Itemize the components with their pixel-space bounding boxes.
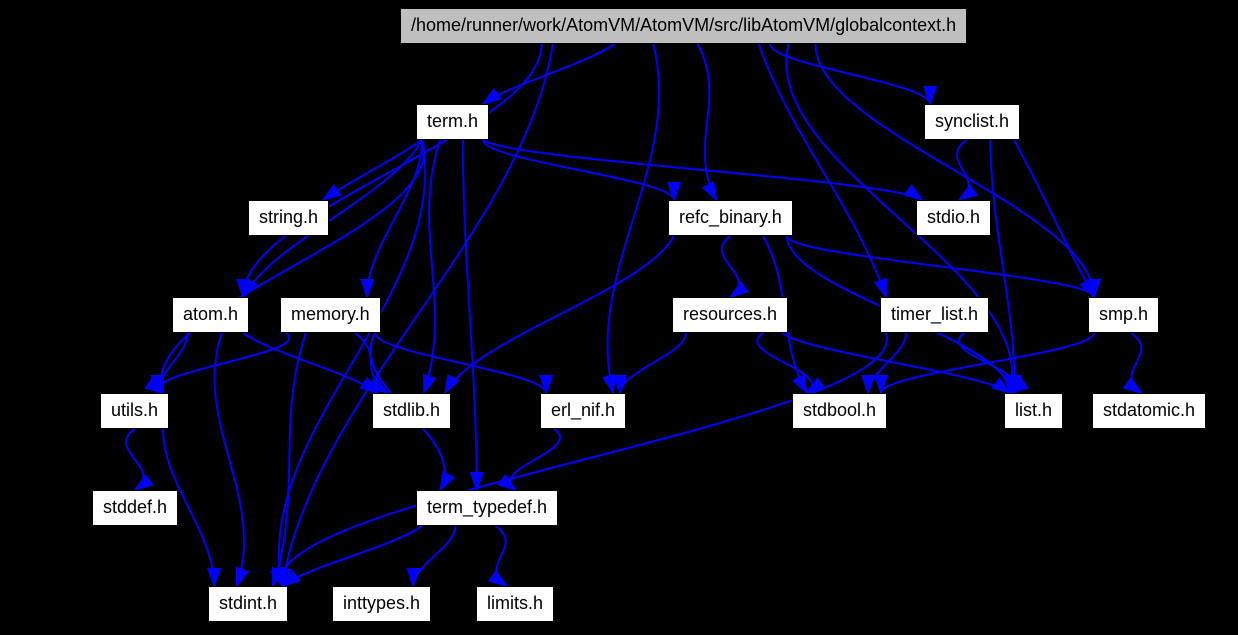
label: string.h — [259, 207, 318, 227]
edge-atom-to-stdlib — [243, 333, 378, 393]
edge-atom-to-stdint — [215, 333, 244, 586]
label: erl_nif.h — [551, 400, 615, 420]
label: term.h — [427, 111, 478, 131]
node-memory-h[interactable]: memory.h — [280, 297, 381, 333]
label: timer_list.h — [891, 304, 978, 324]
label: stdbool.h — [803, 400, 876, 420]
label: resources.h — [683, 304, 777, 324]
label: term_typedef.h — [427, 497, 547, 517]
edge-term-to-utils — [161, 140, 424, 393]
edge-root-to-timer_list — [759, 44, 886, 297]
edge-root-to-atom — [243, 44, 542, 297]
edge-term_typedef-to-limits — [495, 526, 506, 586]
node-term-typedef-h[interactable]: term_typedef.h — [416, 490, 558, 526]
node-list-h[interactable]: list.h — [1004, 393, 1063, 429]
node-utils-h[interactable]: utils.h — [100, 393, 169, 429]
node-limits-h[interactable]: limits.h — [476, 586, 554, 622]
label: stdint.h — [219, 593, 277, 613]
node-stdlib-h[interactable]: stdlib.h — [372, 393, 451, 429]
label: limits.h — [487, 593, 543, 613]
edge-synclist-to-list — [990, 140, 1015, 393]
label: inttypes.h — [343, 593, 420, 613]
node-string-h[interactable]: string.h — [248, 200, 329, 236]
edge-root-to-smp — [816, 44, 1095, 297]
label: list.h — [1015, 400, 1052, 420]
node-refc-binary-h[interactable]: refc_binary.h — [668, 200, 793, 236]
edge-term_typedef-to-stdint — [282, 526, 422, 586]
edge-synclist-to-stdio — [957, 140, 969, 200]
edge-term-to-memory — [367, 140, 422, 297]
node-smp-h[interactable]: smp.h — [1088, 297, 1159, 333]
edge-root-to-term — [483, 44, 614, 104]
label: stdio.h — [927, 207, 980, 227]
edge-term_typedef-to-inttypes — [413, 526, 455, 586]
node-resources-h[interactable]: resources.h — [672, 297, 788, 333]
label: /home/runner/work/AtomVM/AtomVM/src/libA… — [411, 15, 956, 35]
node-atom-h[interactable]: atom.h — [172, 297, 249, 333]
node-stdio-h[interactable]: stdio.h — [916, 200, 991, 236]
edge-memory-to-utils — [160, 333, 290, 393]
edge-root-to-erl_nif — [607, 44, 659, 393]
label: synclist.h — [935, 111, 1009, 131]
node-synclist-h[interactable]: synclist.h — [924, 104, 1020, 140]
edge-utils-to-stddef — [126, 429, 143, 490]
label: refc_binary.h — [679, 207, 782, 227]
label: memory.h — [291, 304, 370, 324]
node-timer-list-h[interactable]: timer_list.h — [880, 297, 989, 333]
edge-memory-to-erl_nif — [375, 333, 546, 393]
node-stdint-h[interactable]: stdint.h — [208, 586, 288, 622]
label: stddef.h — [103, 497, 167, 517]
node-stdbool-h[interactable]: stdbool.h — [792, 393, 887, 429]
node-stddef-h[interactable]: stddef.h — [92, 490, 178, 526]
node-globalcontext-h[interactable]: /home/runner/work/AtomVM/AtomVM/src/libA… — [400, 8, 967, 44]
node-term-h[interactable]: term.h — [416, 104, 489, 140]
label: atom.h — [183, 304, 238, 324]
edge-refc_binary-to-smp — [787, 236, 1094, 297]
edge-synclist-to-smp — [1014, 140, 1094, 297]
edge-term-to-stdio — [483, 140, 922, 200]
label: smp.h — [1099, 304, 1148, 324]
node-erl-nif-h[interactable]: erl_nif.h — [540, 393, 626, 429]
label: utils.h — [111, 400, 158, 420]
edge-resources-to-erl_nif — [620, 333, 686, 393]
edge-refc_binary-to-resources — [722, 236, 739, 297]
edge-root-to-refc_binary — [698, 44, 717, 200]
label: stdatomic.h — [1103, 400, 1195, 420]
edge-smp-to-stdatomic — [1131, 333, 1141, 393]
node-inttypes-h[interactable]: inttypes.h — [332, 586, 431, 622]
node-stdatomic-h[interactable]: stdatomic.h — [1092, 393, 1206, 429]
edge-erl_nif-to-term_typedef — [510, 429, 560, 490]
edge-root-to-synclist — [770, 44, 930, 104]
label: stdlib.h — [383, 400, 440, 420]
edge-term-to-term_typedef — [463, 140, 477, 490]
edge-refc_binary-to-stdlib — [445, 236, 674, 393]
